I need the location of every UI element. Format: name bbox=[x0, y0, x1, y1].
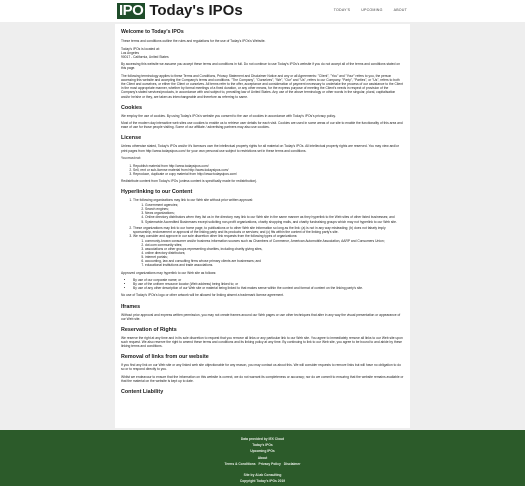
sub-list: commonly-known consumer and/or business … bbox=[133, 239, 404, 268]
site-title: Today's IPOs bbox=[149, 2, 243, 19]
removal-heading: Removal of links from our website bbox=[121, 354, 209, 360]
terminology-text: The following terminology applies to the… bbox=[121, 74, 403, 99]
nav-todays[interactable]: TODAY'S bbox=[334, 8, 351, 12]
cookies-heading: Cookies bbox=[121, 104, 142, 111]
intro-text: These terms and conditions outline the r… bbox=[121, 39, 266, 43]
cookies-text: Most of the modern day interactive web s… bbox=[121, 121, 403, 130]
iframes-text: Without prior approval and express writt… bbox=[121, 312, 401, 321]
terms-content: Welcome to Today's IPOs These terms and … bbox=[115, 24, 410, 428]
sub-list: Government agencies; Search engines; New… bbox=[133, 203, 404, 223]
license-heading: License bbox=[121, 135, 142, 142]
copyright: Copyright Today's IPOs 2019 bbox=[239, 479, 286, 484]
list-item: We may consider and approve in our sole … bbox=[133, 234, 404, 268]
page-title: Welcome to Today's IPOs bbox=[121, 29, 184, 35]
hyperlink-list: The following organizations may link to … bbox=[121, 198, 404, 268]
footer-link-terms[interactable]: Terms & Conditions bbox=[225, 462, 256, 466]
license-list: Republish material from http://www.today… bbox=[121, 164, 404, 176]
rights-heading: Reservation of Rights bbox=[121, 326, 177, 333]
approved-list: By use of our corporate name; or By use … bbox=[121, 278, 404, 290]
removal-text: If you find any link on our Web site or … bbox=[121, 363, 401, 372]
list-item: By use of any other description of our W… bbox=[133, 286, 404, 290]
site-logo[interactable]: IPO Today's IPOs bbox=[117, 3, 243, 19]
footer-link-disclaimer[interactable]: Disclaimer bbox=[284, 462, 301, 466]
list-item: educational institutions and trade assoc… bbox=[145, 263, 404, 267]
list-item: Systemwide Accredited Businesses except … bbox=[145, 220, 404, 224]
no-logo-text: No use of Today's IPOs's logo or other a… bbox=[121, 293, 285, 298]
cookies-text: We employ the use of cookies. By using T… bbox=[121, 113, 336, 118]
main-nav: TODAY'S UPCOMING ABOUT bbox=[334, 8, 407, 12]
footer-link-privacy[interactable]: Privacy Policy bbox=[259, 462, 281, 466]
removal-text: Whilst we endeavour to ensure that the i… bbox=[121, 374, 404, 383]
site-footer: Data provided by IEX Cloud Today's IPOs … bbox=[0, 430, 525, 486]
list-item-text: We may consider and approve in our sole … bbox=[133, 233, 298, 238]
redistribute-text: Redistribute content from Today's IPOs (… bbox=[121, 178, 258, 183]
site-header: IPO Today's IPOs TODAY'S UPCOMING ABOUT bbox=[0, 0, 525, 22]
list-item-text: The following organizations may link to … bbox=[133, 198, 253, 203]
list-item: Online directory distributors when they … bbox=[145, 215, 404, 219]
nav-about[interactable]: ABOUT bbox=[394, 8, 407, 12]
license-text: Unless otherwise stated, Today's IPOs an… bbox=[121, 144, 399, 153]
list-item: Reproduce, duplicate or copy material fr… bbox=[133, 172, 404, 176]
accept-text: By accessing this website we assume you … bbox=[121, 62, 401, 71]
iframes-heading: Iframes bbox=[121, 303, 141, 310]
logo-mark: IPO bbox=[117, 2, 146, 19]
hyperlinking-heading: Hyperlinking to our Content bbox=[121, 189, 193, 196]
rights-text: We reserve the right at any time and in … bbox=[121, 335, 403, 348]
approved-text: Approved organizations may hyperlink to … bbox=[121, 270, 217, 275]
must-not-text: You must not: bbox=[121, 156, 142, 161]
company-address: Today's IPOs is located at: Los Angeles … bbox=[121, 47, 404, 59]
address-line: 90017 - California, United States bbox=[121, 54, 169, 59]
list-item: commonly-known consumer and/or business … bbox=[145, 239, 404, 243]
list-item: The following organizations may link to … bbox=[133, 198, 404, 224]
list-item: These organizations may link to our home… bbox=[133, 226, 404, 234]
nav-upcoming[interactable]: UPCOMING bbox=[361, 8, 382, 12]
content-liability-heading: Content Liability bbox=[121, 388, 164, 395]
